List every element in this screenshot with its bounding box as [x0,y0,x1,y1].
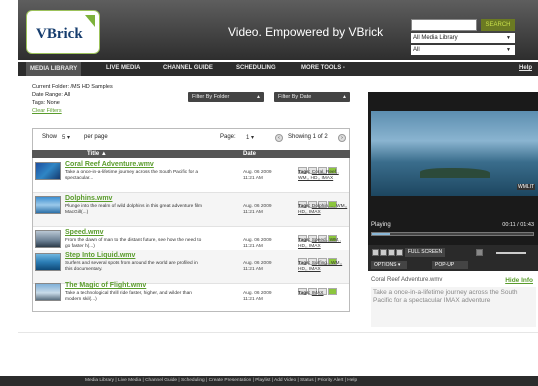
video-thumbnail[interactable] [35,196,61,214]
filter-by-folder-button[interactable]: Filter By Folder ▲ [188,92,264,102]
tab-live-media[interactable]: LIVE MEDIA [106,65,140,71]
video-title-link[interactable]: Step Into Liquid.wmv [65,252,135,259]
filter-select[interactable]: All ▼ [411,45,515,55]
list-item[interactable]: The Magic of Flight.wmv Take a technolog… [33,280,349,314]
video-description: Take a once-in-a-lifetime journey across… [65,170,199,181]
row-actions [298,161,346,174]
progress-fill [372,233,390,235]
column-date-header[interactable]: Date [240,150,350,158]
volume-slider[interactable] [496,252,526,254]
per-page-select[interactable]: 5 ▾ [62,134,70,141]
video-description: Surfers and several spots from around th… [65,261,198,272]
video-title-link[interactable]: Dolphins.wmv [65,195,112,202]
video-title-link[interactable]: Coral Reef Adventure.wmv [65,161,154,168]
video-scene [420,168,490,178]
video-tags: Tags: Surfing,, WM,, HD,, IMAX [298,261,343,272]
video-tags: Tags: Coral, Reef,, WM,, HD,, IMAX [298,170,339,181]
pause-icon[interactable] [380,249,387,256]
per-page-label: per page [84,134,108,140]
video-tags: Tags: Speed,, WM,, HD,, IMAX [298,238,341,249]
show-label: Show [42,134,58,140]
page-label: Page: [220,134,236,140]
tab-media-library[interactable]: MEDIA LIBRARY [26,62,82,76]
search-input[interactable] [411,19,477,31]
full-screen-button[interactable]: FULL SCREEN [405,248,445,257]
prev-page-button[interactable]: ‹ [275,134,283,142]
popup-button[interactable]: POP-UP [432,261,468,269]
video-frame[interactable] [371,111,538,196]
rewind-icon[interactable] [396,249,403,256]
video-description: Plunge into the realm of wild dolphins i… [65,204,203,215]
now-playing-title: Coral Reef Adventure.wmv [371,277,443,283]
page: { "header": { "logo_text": "VBrick", "ta… [0,0,538,386]
footer-links[interactable]: Media Library | Live Media | Channel Gui… [0,376,538,386]
list-item[interactable]: Dolphins.wmv Plunge into the realm of wi… [33,193,349,227]
video-thumbnail[interactable] [35,230,61,248]
clear-filters-link[interactable]: Clear Filters [32,108,62,114]
help-link[interactable]: Help [519,65,532,71]
divider [18,332,538,333]
video-title-link[interactable]: Speed.wmv [65,229,104,236]
hide-info-link[interactable]: Hide Info [505,277,533,284]
video-date: Aug. 06 2009 11:21 AM [243,291,272,302]
chevron-down-icon: ▼ [506,35,511,41]
column-title-header[interactable]: Title ▲ [32,150,240,158]
options-button[interactable]: OPTIONS ▾ [371,261,407,269]
video-description: From the dawn of man to the distant futu… [65,238,202,249]
progress-bar[interactable] [371,232,534,236]
video-watermark: WMLIT [517,184,536,190]
date-range: Date Range: All [32,92,71,98]
video-thumbnail[interactable] [35,162,61,180]
next-page-button[interactable]: › [338,134,346,142]
video-info-description: Take a once-in-a-lifetime journey across… [371,287,536,327]
vbrick-logo[interactable]: VBrick [26,10,100,54]
chevron-down-icon: ▼ [506,47,511,53]
tab-scheduling[interactable]: SCHEDULING [236,65,276,71]
playback-time: 00:11 / 01:43 [502,222,534,228]
row-actions [298,282,346,295]
video-date: Aug. 06 2009 11:21 AM [243,261,272,272]
main-nav: MEDIA LIBRARY LIVE MEDIA CHANNEL GUIDE S… [18,62,538,76]
video-tags: Tags: IMAX [298,291,324,296]
stop-icon[interactable] [388,249,395,256]
tags-info: Tags: None [32,100,60,106]
row-actions [298,229,346,242]
row-actions [298,195,346,208]
video-title-link[interactable]: The Magic of Flight.wmv [65,282,146,289]
library-select[interactable]: All Media Library ▼ [411,33,515,43]
page-select[interactable]: 1 ▾ [246,134,254,141]
row-actions [298,252,346,265]
current-folder: Current Folder: /MS HD Samples [32,84,113,90]
mute-icon[interactable] [476,249,483,256]
showing-count: Showing 1 of 2 [288,134,328,140]
video-thumbnail[interactable] [35,283,61,301]
video-tags: Tags: Dolphin,..., WM,, HD,, IMAX [298,204,348,215]
tab-channel-guide[interactable]: CHANNEL GUIDE [163,65,213,71]
list-item[interactable]: Coral Reef Adventure.wmv Take a once-in-… [33,159,349,193]
playback-status: Playing [371,222,391,228]
video-date: Aug. 06 2009 11:21 AM [243,170,272,181]
video-date: Aug. 06 2009 11:21 AM [243,204,272,215]
filter-by-date-button[interactable]: Filter By Date ▲ [274,92,350,102]
tagline: Video. Empowered by VBrick [228,25,384,39]
tab-more-tools[interactable]: MORE TOOLS - [301,65,345,71]
search-button[interactable]: SEARCH [481,19,515,31]
play-icon[interactable] [372,249,379,256]
video-description: Take a technological thrill ride faster,… [65,291,192,302]
list-item[interactable]: Step Into Liquid.wmv Surfers and several… [33,250,349,284]
video-date: Aug. 06 2009 11:21 AM [243,238,272,249]
video-thumbnail[interactable] [35,253,61,271]
